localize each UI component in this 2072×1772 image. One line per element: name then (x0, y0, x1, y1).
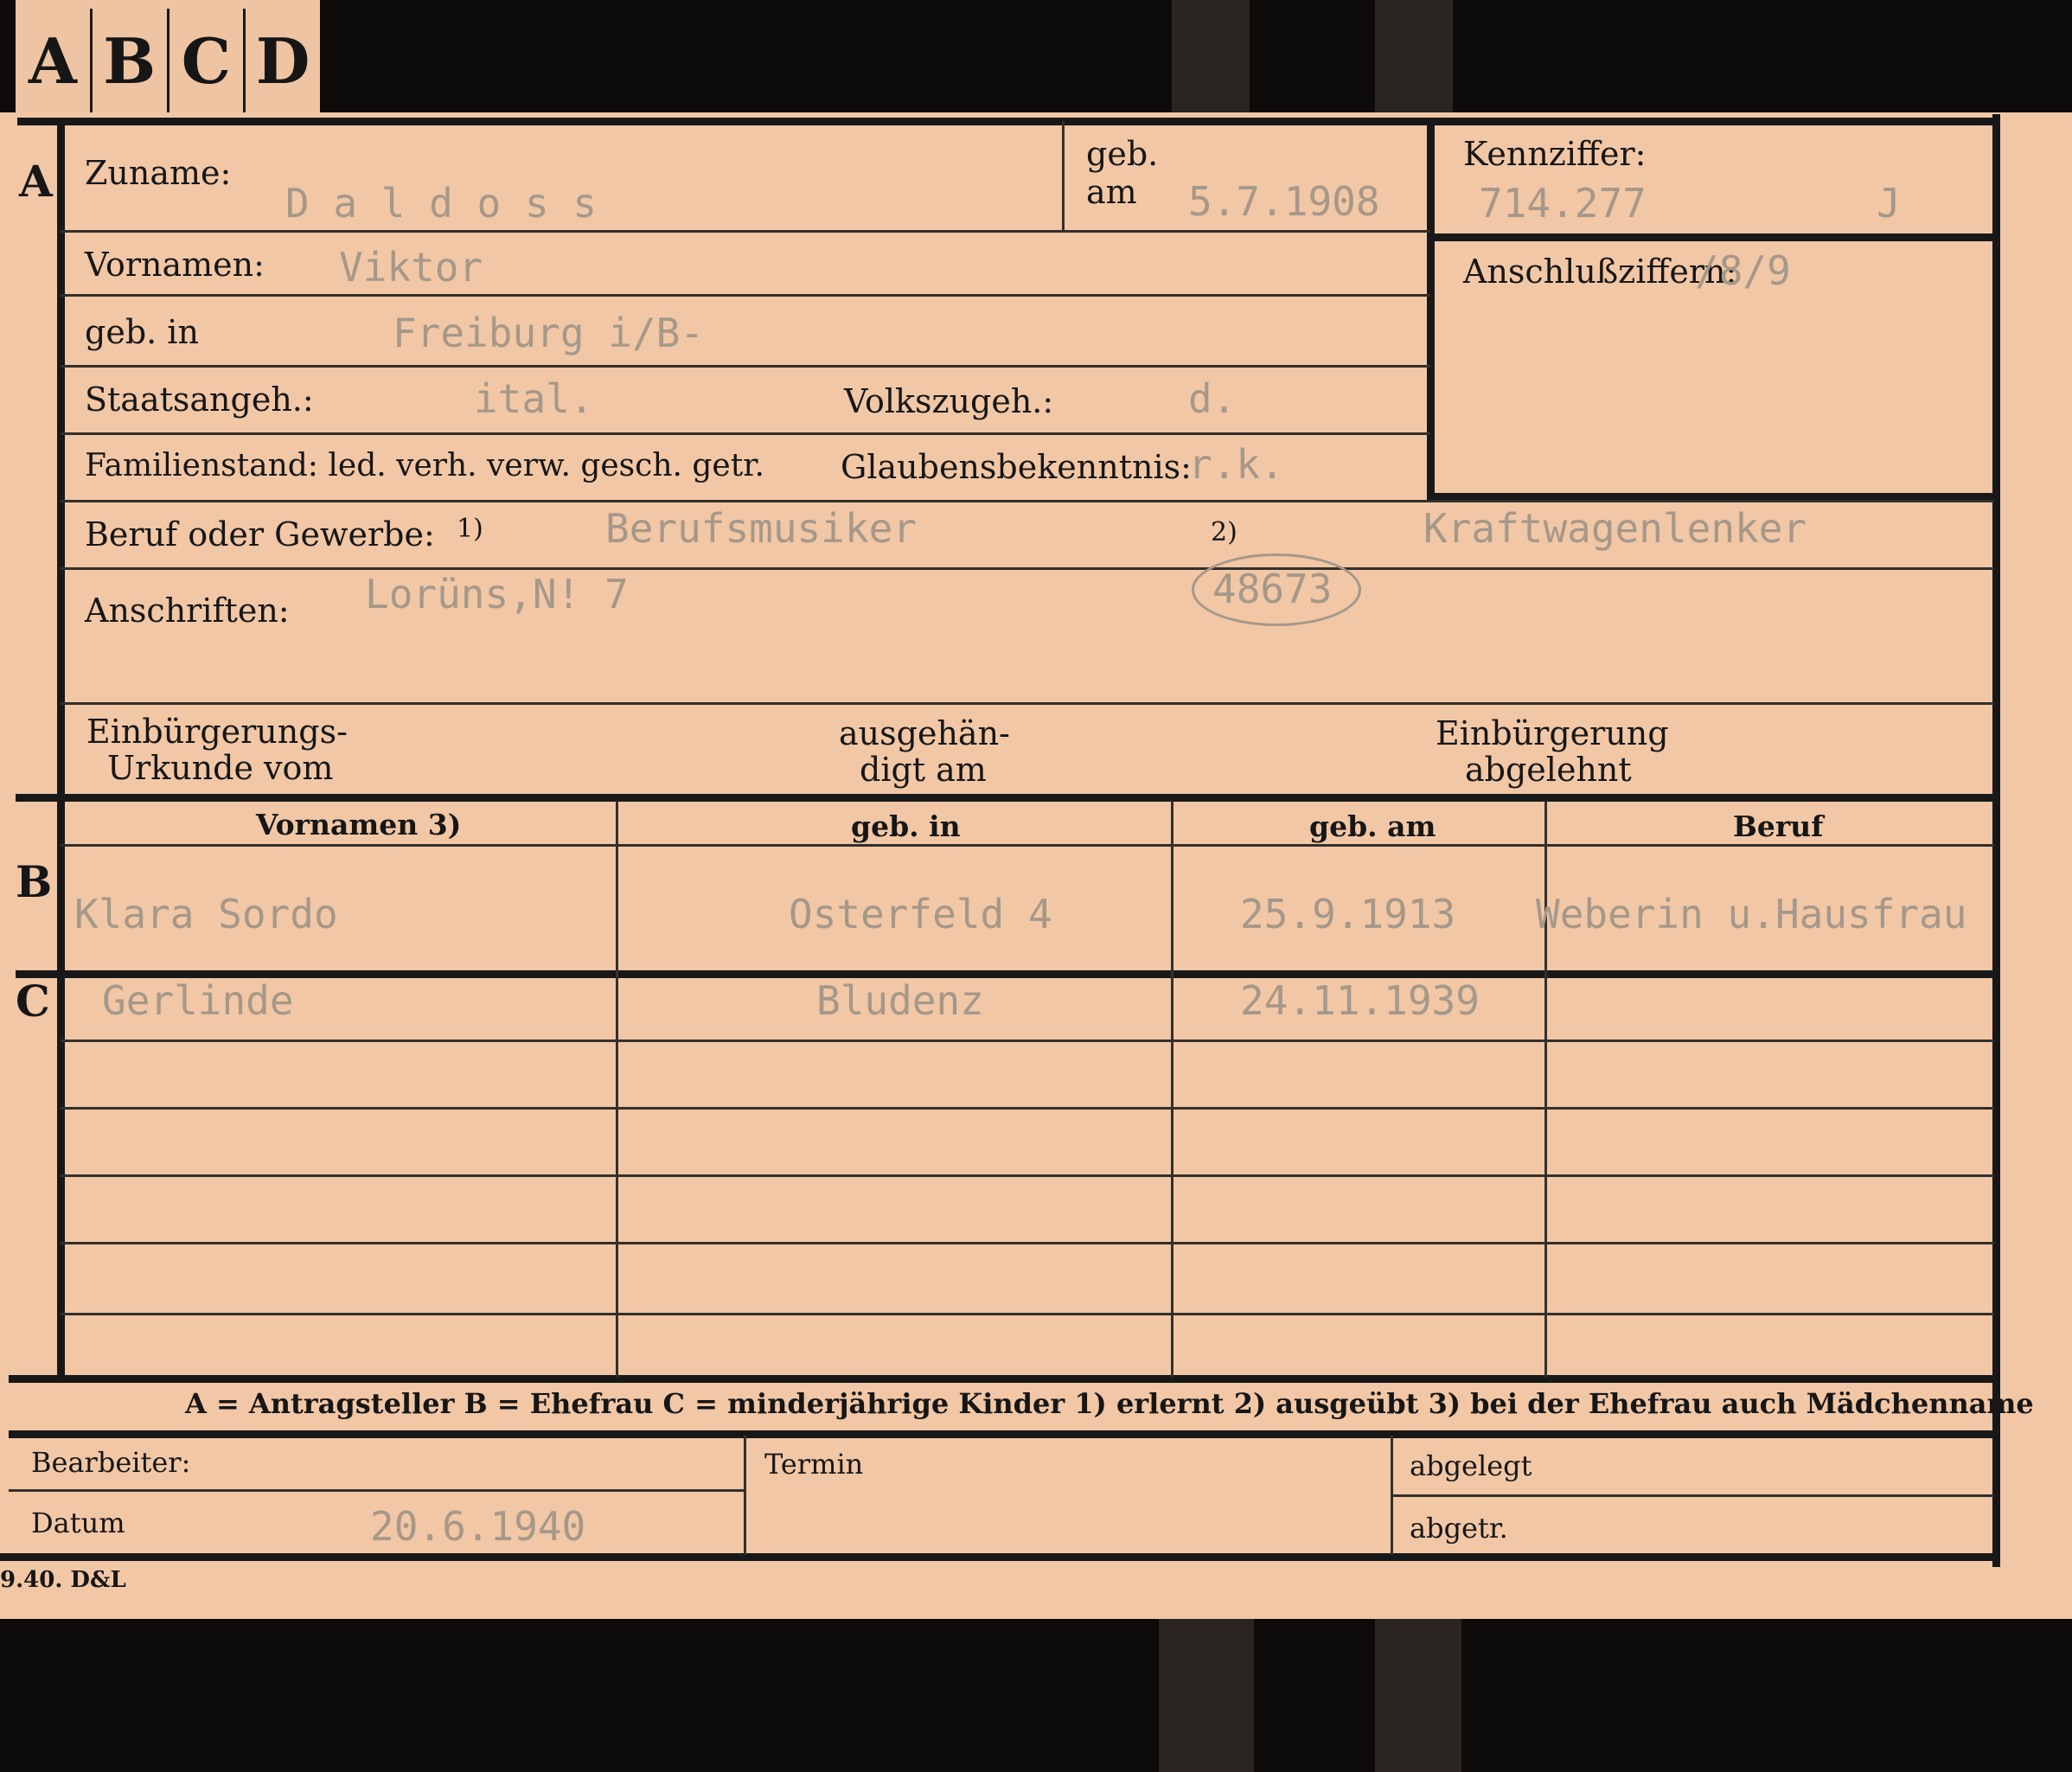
beruf-label: Beruf oder Gewerbe: (85, 515, 435, 553)
ehefrau-geb-in: Osterfeld 4 (789, 891, 1052, 937)
row-line-3 (61, 365, 1430, 368)
kind-geb-in: Bludenz (816, 977, 984, 1024)
kennziffer-divider (1430, 233, 1994, 241)
ehefrau-beruf: Weberin u.Hausfrau (1536, 891, 1967, 937)
ausgeh-label-1: ausgehän- (839, 714, 1010, 752)
abgelegt-label: abgelegt (1410, 1449, 1532, 1482)
col-header-geb-am: geb. am (1309, 809, 1436, 843)
tab-letter-a: A (16, 9, 93, 112)
abgetr-label: abgetr. (1410, 1512, 1508, 1545)
vornamen-label: Vornamen: (85, 246, 265, 284)
section-a-bottom (16, 794, 1996, 802)
anschrift-label: Anschriften: (85, 592, 290, 630)
staat-label: Staatsangeh.: (85, 381, 314, 419)
glauben-label: Glaubensbekenntnis: (841, 448, 1192, 486)
anschrift-stamp-value: 48673 (1212, 566, 1333, 612)
col-header-geb-in: geb. in (851, 809, 961, 843)
vornamen-value: Viktor (339, 244, 483, 291)
familienstand-label: Familienstand: led. verh. verw. gesch. g… (85, 448, 764, 483)
datum-label: Datum (31, 1507, 125, 1539)
ausgeh-label-2: digt am (860, 751, 987, 789)
c-row-line-4 (61, 1242, 1994, 1244)
ehefrau-vornamen: Klara Sordo (74, 891, 338, 937)
kennziffer-value: 714.277 (1479, 180, 1647, 227)
kennziffer-suffix: J (1877, 180, 1901, 227)
binder-clip-bottom-2 (1375, 1619, 1461, 1772)
print-mark: 9.40. D&L (0, 1567, 126, 1593)
legend-bottom (9, 1430, 1996, 1438)
row-line-7 (61, 702, 1994, 705)
col-header-beruf: Beruf (1733, 809, 1824, 843)
table-col-divider-3 (1544, 801, 1547, 1377)
binder-clip-top-2 (1375, 0, 1453, 112)
geb-in-label: geb. in (85, 313, 199, 351)
volk-label: Volkszugeh.: (844, 382, 1054, 420)
ehefrau-geb-am: 25.9.1913 (1240, 891, 1456, 937)
table-col-divider-2 (1171, 801, 1173, 1377)
einb-label-2: Urkunde vom (107, 749, 334, 787)
datum-value: 20.6.1940 (370, 1503, 586, 1550)
table-header-line (61, 844, 1994, 847)
tab-letter-b: B (93, 9, 169, 112)
abgelehnt-label-1: Einbürgerung (1436, 714, 1669, 752)
kennziffer-label: Kennziffer: (1463, 135, 1647, 173)
tab-letter-c: C (169, 9, 246, 112)
binder-clip-bottom (1159, 1619, 1254, 1772)
index-tab: A B C D (16, 0, 320, 118)
left-border (57, 121, 65, 1375)
kind-vornamen: Gerlinde (102, 977, 294, 1024)
c-row-line-1 (61, 1040, 1994, 1042)
glauben-value: r.k. (1188, 441, 1284, 488)
footer-row-line-right (1392, 1494, 1994, 1497)
beruf-value-1: Berufsmusiker (605, 505, 918, 552)
geb-in-value: Freiburg i/B- (393, 310, 705, 356)
geb-am-label-2: am (1086, 173, 1137, 211)
section-a-marker: A (19, 156, 53, 207)
section-b-bottom (16, 970, 1996, 978)
geb-am-value: 5.7.1908 (1188, 178, 1380, 225)
geb-am-divider (1062, 121, 1065, 230)
beruf-note-2: 2) (1211, 517, 1237, 547)
beruf-value-2: Kraftwagenlenker (1423, 505, 1807, 552)
volk-value: d. (1188, 375, 1237, 422)
section-c-marker: C (16, 976, 50, 1027)
section-b-marker: B (16, 856, 53, 907)
row-line-5 (61, 500, 1994, 502)
abgelehnt-label-2: abgelehnt (1465, 751, 1632, 789)
bearbeiter-label: Bearbeiter: (31, 1446, 191, 1479)
row-line-6 (61, 567, 1994, 570)
legend-line: A = Antragsteller B = Ehefrau C = minder… (185, 1387, 2034, 1420)
anschrift-value: Lorüns,N! 7 (365, 571, 629, 617)
right-border (1992, 114, 2000, 1567)
einb-label-1: Einbürgerungs- (86, 713, 348, 751)
card-bottom (0, 1553, 1999, 1561)
top-border (17, 118, 1999, 125)
table-bottom (9, 1375, 1996, 1383)
c-row-line-3 (61, 1174, 1994, 1177)
row-line-2 (61, 294, 1430, 297)
anschluss-value: /8/9 (1695, 247, 1791, 294)
row-line-4 (61, 432, 1430, 435)
kennziffer-left (1427, 121, 1435, 502)
footer-row-line-left (9, 1489, 745, 1492)
zuname-label: Zuname: (85, 154, 232, 192)
table-col-divider-1 (616, 801, 618, 1377)
beruf-note-1: 1) (457, 514, 483, 544)
termin-label: Termin (764, 1448, 864, 1481)
staat-value: ital. (474, 375, 594, 422)
geb-am-label-1: geb. (1086, 135, 1159, 173)
col-header-vornamen: Vornamen 3) (256, 808, 462, 841)
footer-divider-1 (744, 1436, 746, 1555)
c-row-line-2 (61, 1107, 1994, 1110)
row-line-1 (61, 230, 1430, 233)
kind-geb-am: 24.11.1939 (1240, 977, 1480, 1024)
binder-clip-top (1172, 0, 1250, 112)
zuname-value: D a l d o s s (285, 180, 598, 227)
c-row-line-5 (61, 1313, 1994, 1315)
tab-letter-d: D (255, 23, 310, 98)
